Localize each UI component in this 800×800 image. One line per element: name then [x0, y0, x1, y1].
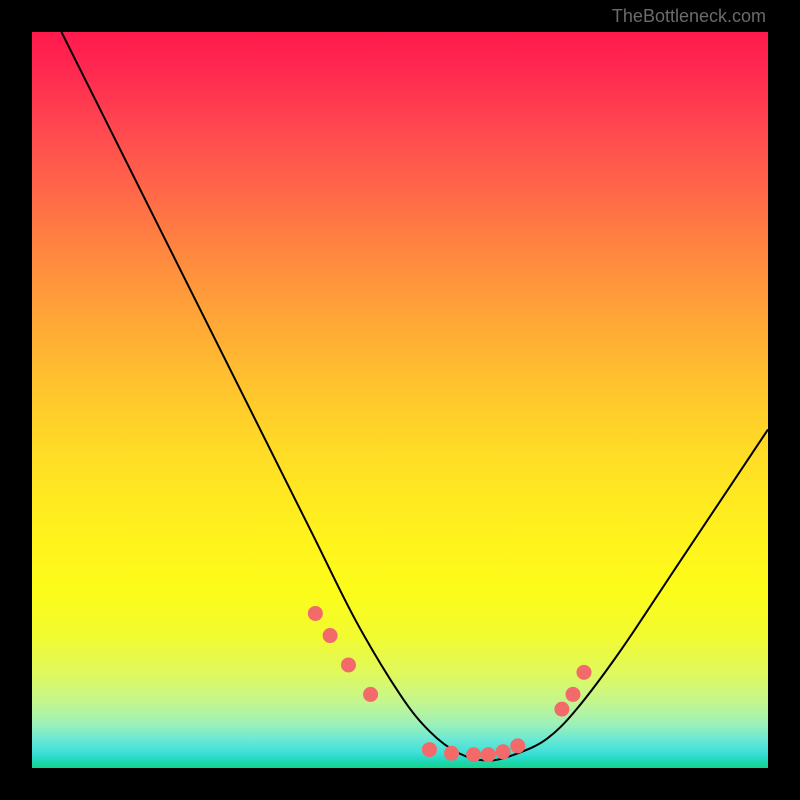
marker-point [481, 747, 496, 762]
marker-point [565, 687, 580, 702]
marker-points [308, 606, 592, 762]
marker-point [341, 657, 356, 672]
marker-point [422, 742, 437, 757]
watermark-text: TheBottleneck.com [612, 6, 766, 27]
marker-point [510, 738, 525, 753]
chart-container: TheBottleneck.com [0, 0, 800, 800]
marker-point [363, 687, 378, 702]
bottleneck-curve [61, 32, 768, 761]
marker-point [466, 747, 481, 762]
chart-svg [32, 32, 768, 768]
marker-point [577, 665, 592, 680]
marker-point [444, 746, 459, 761]
marker-point [554, 702, 569, 717]
marker-point [496, 744, 511, 759]
marker-point [308, 606, 323, 621]
plot-area [32, 32, 768, 768]
marker-point [323, 628, 338, 643]
